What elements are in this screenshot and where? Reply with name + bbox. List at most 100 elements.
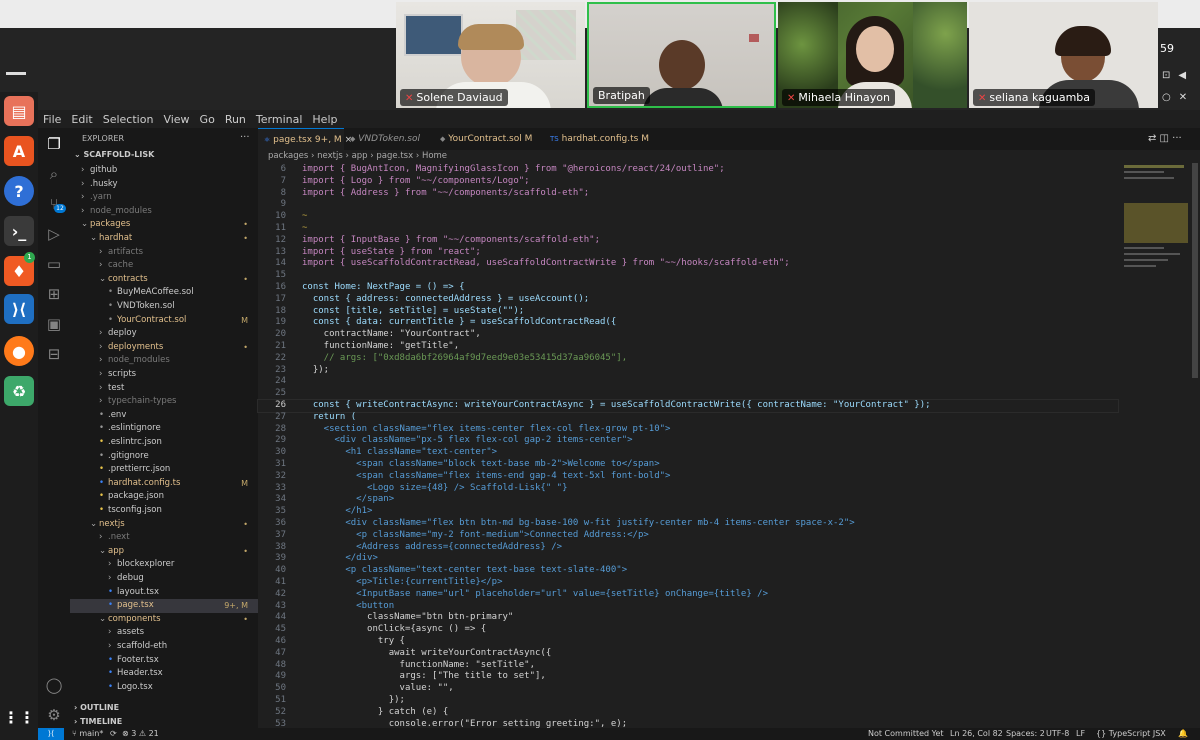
activities-icon[interactable] xyxy=(6,72,26,75)
breadcrumb-nextjs[interactable]: nextjs xyxy=(317,151,343,161)
file-item[interactable]: • BuyMeACoffee.sol xyxy=(70,286,258,300)
containers-icon[interactable]: ⊟ xyxy=(44,344,64,364)
folder-item[interactable]: › .husky xyxy=(70,178,258,192)
menu-selection[interactable]: Selection xyxy=(103,113,154,126)
tab-vndtoken-sol[interactable]: ◆ VNDToken.sol xyxy=(350,128,420,150)
participant-tile-3[interactable]: ✕ Mihaela Hinayon xyxy=(778,2,967,108)
system-tray-icons[interactable]: ⊡ ◀ xyxy=(1162,70,1186,81)
file-item[interactable]: • tsconfig.json xyxy=(70,504,258,518)
code-line[interactable]: 50 value: "", xyxy=(258,683,1118,695)
minimap[interactable] xyxy=(1120,163,1192,293)
folder-item[interactable]: › debug xyxy=(70,572,258,586)
code-line[interactable]: 6 import { BugAntIcon, MagnifyingGlassIco… xyxy=(258,164,1118,176)
code-line[interactable]: 45 onClick={async () => { xyxy=(258,624,1118,636)
menu-view[interactable]: View xyxy=(163,113,189,126)
code-line[interactable]: 27 return ( xyxy=(258,412,1118,424)
folder-item[interactable]: ⌄ contracts • xyxy=(70,273,258,287)
file-item[interactable]: • hardhat.config.ts M xyxy=(70,477,258,491)
folder-item[interactable]: › .yarn xyxy=(70,191,258,205)
file-item[interactable]: • .gitignore xyxy=(70,450,258,464)
folder-item[interactable]: ⌄ nextjs • xyxy=(70,518,258,532)
settings-gear-icon[interactable]: ⚙ xyxy=(44,705,64,725)
code-line[interactable]: 51 }); xyxy=(258,695,1118,707)
folder-item[interactable]: › scaffold-eth xyxy=(70,640,258,654)
menu-help[interactable]: Help xyxy=(312,113,337,126)
code-line[interactable]: 48 functionName: "setTitle", xyxy=(258,660,1118,672)
folder-item[interactable]: › cache xyxy=(70,259,258,273)
folder-item[interactable]: ⌄ hardhat • xyxy=(70,232,258,246)
code-line[interactable]: 10 ~ xyxy=(258,211,1118,223)
code-line[interactable]: 37 <p className="my-2 font-medium">Conne… xyxy=(258,530,1118,542)
folder-item[interactable]: › typechain-types xyxy=(70,395,258,409)
terminal-icon[interactable]: ›_ xyxy=(4,216,34,246)
code-line[interactable]: 11 ~ xyxy=(258,223,1118,235)
file-item[interactable]: • Logo.tsx xyxy=(70,681,258,695)
remote-indicator-icon[interactable]: ⟩⟨ xyxy=(38,728,64,740)
code-line[interactable]: 42 <InputBase name="url" placeholder="ur… xyxy=(258,589,1118,601)
files-icon[interactable]: ▤ xyxy=(4,96,34,126)
code-line[interactable]: 32 <span className="flex items-end gap-4… xyxy=(258,471,1118,483)
run-debug-icon[interactable]: ▷ xyxy=(44,224,64,244)
search-icon[interactable]: ⌕ xyxy=(44,164,64,184)
code-line[interactable]: 36 <div className="flex btn btn-md bg-ba… xyxy=(258,518,1118,530)
code-line[interactable]: 43 <button xyxy=(258,601,1118,613)
code-line[interactable]: 29 <div className="px-5 flex flex-col ga… xyxy=(258,435,1118,447)
code-line[interactable]: 14 import { useScaffoldContractRead, useS… xyxy=(258,258,1118,270)
line-ending[interactable]: LF xyxy=(1076,728,1085,740)
restore-icon[interactable]: ○ xyxy=(1162,92,1171,103)
code-line[interactable]: 20 contractName: "YourContract", xyxy=(258,329,1118,341)
tab-page-tsx[interactable]: ⚛ page.tsx 9+, M × xyxy=(258,128,352,151)
folder-item[interactable]: › node_modules xyxy=(70,205,258,219)
participant-tile-4[interactable]: ✕ seliana kaguamba xyxy=(969,2,1158,108)
file-item[interactable]: • .env xyxy=(70,409,258,423)
folder-item[interactable]: › blockexplorer xyxy=(70,558,258,572)
testing-icon[interactable]: ▣ xyxy=(44,314,64,334)
folder-item[interactable]: › github xyxy=(70,164,258,178)
problems-indicator[interactable]: ⊗ 3 ⚠ 21 xyxy=(122,728,159,740)
cursor-position[interactable]: Ln 26, Col 82 xyxy=(950,728,1003,740)
close-icon[interactable]: ✕ xyxy=(1179,92,1187,103)
code-line[interactable]: 46 try { xyxy=(258,636,1118,648)
show-apps-icon[interactable]: ⋮⋮ xyxy=(3,702,35,732)
code-line[interactable]: 44 className="btn btn-primary" xyxy=(258,612,1118,624)
explorer-icon[interactable]: ❐ xyxy=(44,134,64,154)
code-line[interactable]: 40 <p className="text-center text-base t… xyxy=(258,565,1118,577)
code-line[interactable]: 28 <section className="flex items-center… xyxy=(258,424,1118,436)
file-item[interactable]: • VNDToken.sol xyxy=(70,300,258,314)
folder-item[interactable]: › .next xyxy=(70,531,258,545)
code-line[interactable]: 16 const Home: NextPage = () => { xyxy=(258,282,1118,294)
breadcrumb-file[interactable]: page.tsx xyxy=(376,151,413,161)
breadcrumb-symbol[interactable]: Home xyxy=(422,151,447,161)
code-line[interactable]: 25 xyxy=(258,388,1118,400)
encoding[interactable]: UTF-8 xyxy=(1046,728,1069,740)
folder-item[interactable]: › deployments • xyxy=(70,341,258,355)
code-line[interactable]: 23 }); xyxy=(258,365,1118,377)
code-line[interactable]: 49 args: ["The title to set"], xyxy=(258,671,1118,683)
editor-actions[interactable]: ⇄ ◫ ··· xyxy=(1148,128,1182,150)
code-line[interactable]: 19 const { data: currentTitle } = useSca… xyxy=(258,317,1118,329)
code-line[interactable]: 18 const [title, setTitle] = useState(""… xyxy=(258,306,1118,318)
help-icon[interactable]: ? xyxy=(4,176,34,206)
code-line[interactable]: 30 <h1 className="text-center"> xyxy=(258,447,1118,459)
code-line[interactable]: 21 functionName: "getTitle", xyxy=(258,341,1118,353)
folder-item[interactable]: › scripts xyxy=(70,368,258,382)
folder-item[interactable]: › test xyxy=(70,382,258,396)
participant-tile-1[interactable]: ✕ Solene Daviaud xyxy=(396,2,585,108)
file-item[interactable]: • Header.tsx xyxy=(70,667,258,681)
code-line[interactable]: 33 <Logo size={48} /> Scaffold-Lisk{" "} xyxy=(258,483,1118,495)
code-line[interactable]: 7 import { Logo } from "~~/components/Log… xyxy=(258,176,1118,188)
folder-item[interactable]: › artifacts xyxy=(70,246,258,260)
breadcrumb-app[interactable]: app xyxy=(352,151,368,161)
file-item[interactable]: • YourContract.sol M xyxy=(70,314,258,328)
breadcrumb-packages[interactable]: packages xyxy=(268,151,308,161)
remote-explorer-icon[interactable]: ▭ xyxy=(44,254,64,274)
app-center-icon[interactable]: A xyxy=(4,136,34,166)
code-line[interactable]: 8 import { Address } from "~~/components/… xyxy=(258,188,1118,200)
menu-go[interactable]: Go xyxy=(200,113,215,126)
tab-hardhat-config[interactable]: TS hardhat.config.ts M xyxy=(550,128,649,150)
branch-indicator[interactable]: ⑂ main* xyxy=(72,728,103,740)
file-item[interactable]: • .eslintrc.json xyxy=(70,436,258,450)
tab-yourcontract-sol[interactable]: ◆ YourContract.sol M xyxy=(440,128,532,150)
code-line[interactable]: 47 await writeYourContractAsync({ xyxy=(258,648,1118,660)
menu-run[interactable]: Run xyxy=(225,113,246,126)
